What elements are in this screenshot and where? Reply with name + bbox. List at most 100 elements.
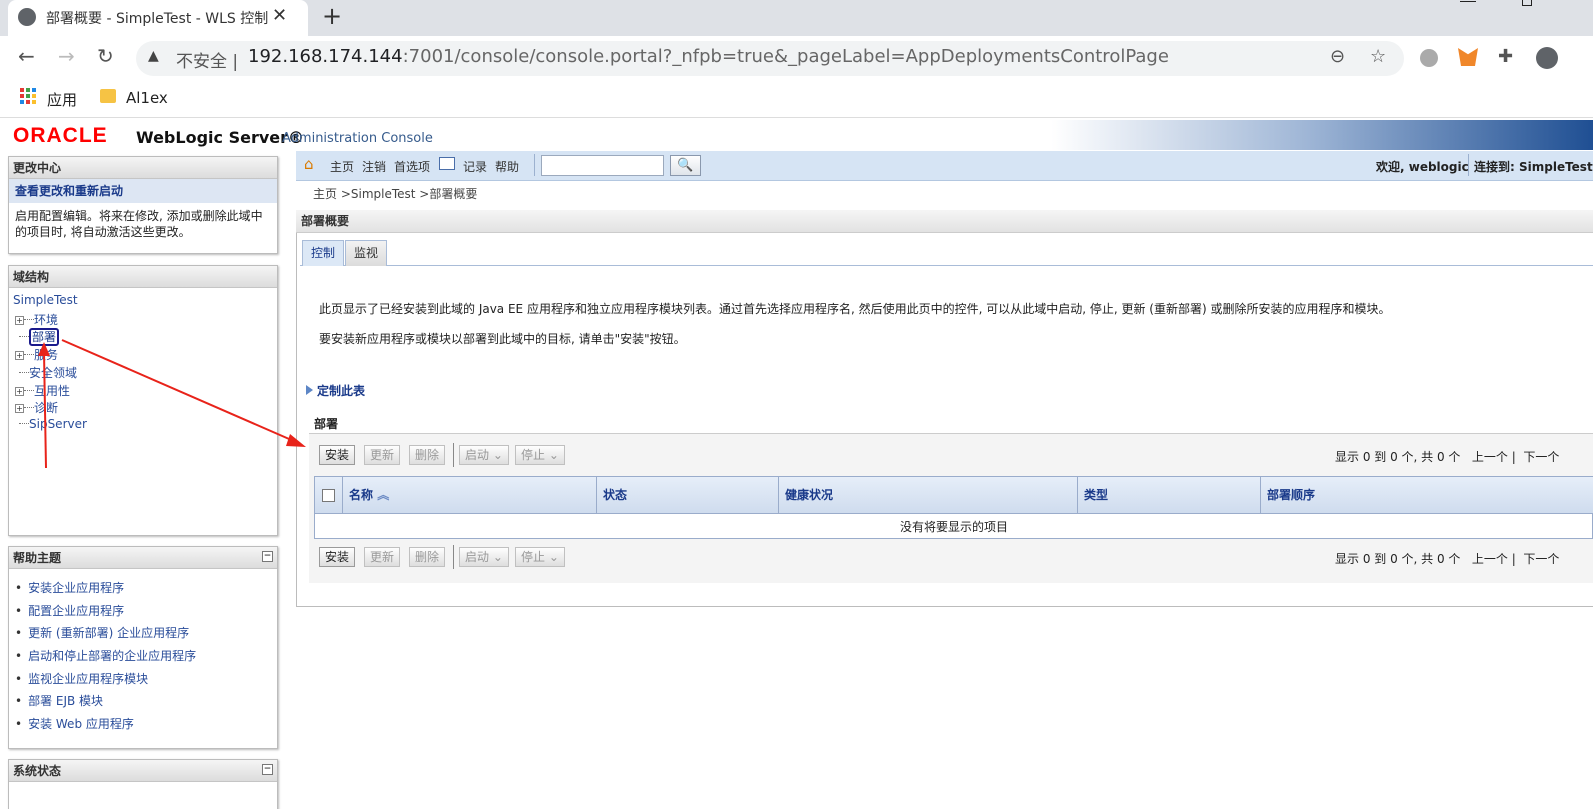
update-button[interactable]: 更新 (364, 445, 401, 465)
profile-icon[interactable] (1536, 47, 1558, 69)
close-tab-icon[interactable]: ✕ (272, 5, 287, 26)
tree-root[interactable]: SimpleTest (13, 293, 78, 307)
back-icon[interactable]: ← (18, 44, 35, 68)
help-topics-title: 帮助主题 − (9, 547, 277, 569)
start-dropdown[interactable]: 启动 ⌄ (459, 547, 509, 567)
install-button[interactable]: 安装 (319, 445, 356, 465)
column-order[interactable]: 部署顺序 (1260, 477, 1593, 514)
nav-logout[interactable]: 注销 (362, 158, 386, 175)
expand-triangle-icon (306, 385, 313, 395)
browser-window: 部署概要 - SimpleTest - WLS 控制台 ✕ + ← → ↻ ▲ … (0, 0, 1593, 809)
breadcrumb[interactable]: 主页 >SimpleTest >部署概要 (313, 185, 477, 202)
install-hint: 要安装新应用程序或模块以部署到此域中的目标, 请单击"安装"按钮。 (319, 332, 686, 346)
nav-help[interactable]: 帮助 (495, 158, 519, 175)
column-name[interactable]: 名称 ︽ (342, 477, 596, 514)
nav-preferences[interactable]: 首选项 (394, 158, 430, 175)
update-button[interactable]: 更新 (364, 547, 401, 567)
delete-button[interactable]: 删除 (409, 445, 446, 465)
tree-item-interop[interactable]: + 互用性 (15, 382, 70, 399)
reload-icon[interactable]: ↻ (97, 44, 114, 68)
nav-home[interactable]: 主页 (330, 158, 354, 175)
help-link[interactable]: 配置企业应用程序 (15, 600, 277, 623)
bookmark-al1ex[interactable]: Al1ex (126, 89, 168, 107)
expand-icon[interactable]: + (15, 387, 24, 396)
collapse-icon[interactable]: − (262, 764, 273, 775)
puzzle-icon[interactable]: ✚ (1498, 46, 1513, 67)
folder-icon[interactable] (100, 89, 116, 103)
sort-icon[interactable]: ︽ (377, 488, 389, 502)
divider (453, 443, 454, 467)
url-text[interactable]: 192.168.174.144:7001/console/console.por… (248, 46, 1169, 67)
bookmark-apps[interactable]: 应用 (47, 89, 77, 110)
expand-icon[interactable]: + (15, 351, 24, 360)
maximize-icon[interactable] (1522, 0, 1532, 6)
star-icon[interactable]: ☆ (1370, 46, 1386, 67)
tree-item-services[interactable]: + 服务 (15, 346, 58, 363)
next-link[interactable]: 下一个 (1523, 552, 1559, 566)
column-health[interactable]: 健康状况 (778, 477, 1077, 514)
tree-item-deployments[interactable]: 部署 (19, 328, 60, 346)
page-title: 部署概要 (296, 210, 1593, 233)
nav-record[interactable]: 记录 (463, 158, 487, 175)
stop-dropdown[interactable]: 停止 ⌄ (515, 445, 565, 465)
system-status-title: 系统状态 − (9, 760, 277, 782)
prev-link[interactable]: 上一个 (1472, 552, 1508, 566)
help-list: 安装企业应用程序 配置企业应用程序 更新 (重新部署) 企业应用程序 启动和停止… (9, 569, 277, 736)
page-description: 此页显示了已经安装到此域的 Java EE 应用程序和独立应用程序模块列表。通过… (319, 302, 1391, 316)
apps-grid-icon[interactable] (20, 88, 36, 104)
help-link[interactable]: 安装企业应用程序 (15, 577, 277, 600)
tab-monitor[interactable]: 监视 (345, 240, 388, 266)
tree-item-environment[interactable]: + 环境 (15, 311, 58, 328)
oracle-logo: ORACLE (13, 124, 108, 147)
chevron-down-icon: ⌄ (545, 550, 559, 564)
customize-table-link[interactable]: 定制此表 (306, 382, 365, 399)
search-input[interactable] (541, 155, 664, 176)
empty-row: 没有将要显示的项目 (899, 520, 1008, 534)
stop-dropdown[interactable]: 停止 ⌄ (515, 547, 565, 567)
minimize-icon[interactable] (1460, 0, 1476, 2)
view-changes-link[interactable]: 查看更改和重新启动 (9, 179, 277, 203)
collapse-icon[interactable]: − (262, 551, 273, 562)
insecure-label[interactable]: 不安全 | (176, 47, 238, 72)
expand-icon[interactable]: + (15, 404, 24, 413)
pager-top: 显示 0 到 0 个, 共 0 个 上一个 | 下一个 (1335, 450, 1560, 464)
tree-item-diagnostics[interactable]: + 诊断 (15, 399, 58, 416)
tree-item-sipserver[interactable]: SipServer (19, 417, 87, 431)
home-icon[interactable]: ⌂ (304, 155, 314, 173)
install-button[interactable]: 安装 (319, 547, 356, 567)
divider (1468, 154, 1469, 176)
change-center-title: 更改中心 (9, 157, 277, 179)
divider (453, 545, 454, 569)
prev-link[interactable]: 上一个 (1472, 450, 1508, 464)
domain-structure-panel: 域结构 SimpleTest + 环境 部署 + 服务 安全领域 + 互用性 + 诊断 … (8, 265, 278, 536)
extension-globe-icon[interactable] (1420, 49, 1438, 67)
select-all-checkbox[interactable] (322, 489, 335, 502)
delete-button[interactable]: 删除 (409, 547, 446, 567)
new-tab-button[interactable]: + (322, 2, 342, 30)
tree-item-security[interactable]: 安全领域 (19, 364, 77, 381)
help-link[interactable]: 更新 (重新部署) 企业应用程序 (15, 622, 277, 645)
column-state[interactable]: 状态 (596, 477, 778, 514)
next-link[interactable]: 下一个 (1523, 450, 1559, 464)
deployments-title: 部署 (314, 417, 339, 431)
zoom-icon[interactable]: ⊖ (1330, 46, 1345, 67)
search-button[interactable]: 🔍 (670, 155, 701, 176)
globe-icon (18, 8, 36, 26)
record-icon[interactable] (439, 157, 455, 170)
start-dropdown[interactable]: 启动 ⌄ (459, 445, 509, 465)
product-title: WebLogic Server® (136, 128, 304, 147)
help-link[interactable]: 监视企业应用程序模块 (15, 668, 277, 691)
warning-icon[interactable]: ▲ (148, 48, 159, 64)
tab-underline (300, 265, 1593, 266)
welcome-text: 欢迎, weblogic (1376, 160, 1469, 174)
help-link[interactable]: 部署 EJB 模块 (15, 690, 277, 713)
help-link[interactable]: 启动和停止部署的企业应用程序 (15, 645, 277, 668)
help-link[interactable]: 安装 Web 应用程序 (15, 713, 277, 736)
domain-structure-title: 域结构 (9, 266, 277, 288)
column-type[interactable]: 类型 (1077, 477, 1260, 514)
forward-icon[interactable]: → (58, 44, 75, 68)
pager-bottom: 显示 0 到 0 个, 共 0 个 上一个 | 下一个 (1335, 552, 1560, 566)
tab-control[interactable]: 控制 (302, 240, 345, 266)
expand-icon[interactable]: + (15, 316, 24, 325)
change-center-panel: 更改中心 查看更改和重新启动 启用配置编辑。将来在修改, 添加或删除此域中的项目… (8, 156, 278, 254)
